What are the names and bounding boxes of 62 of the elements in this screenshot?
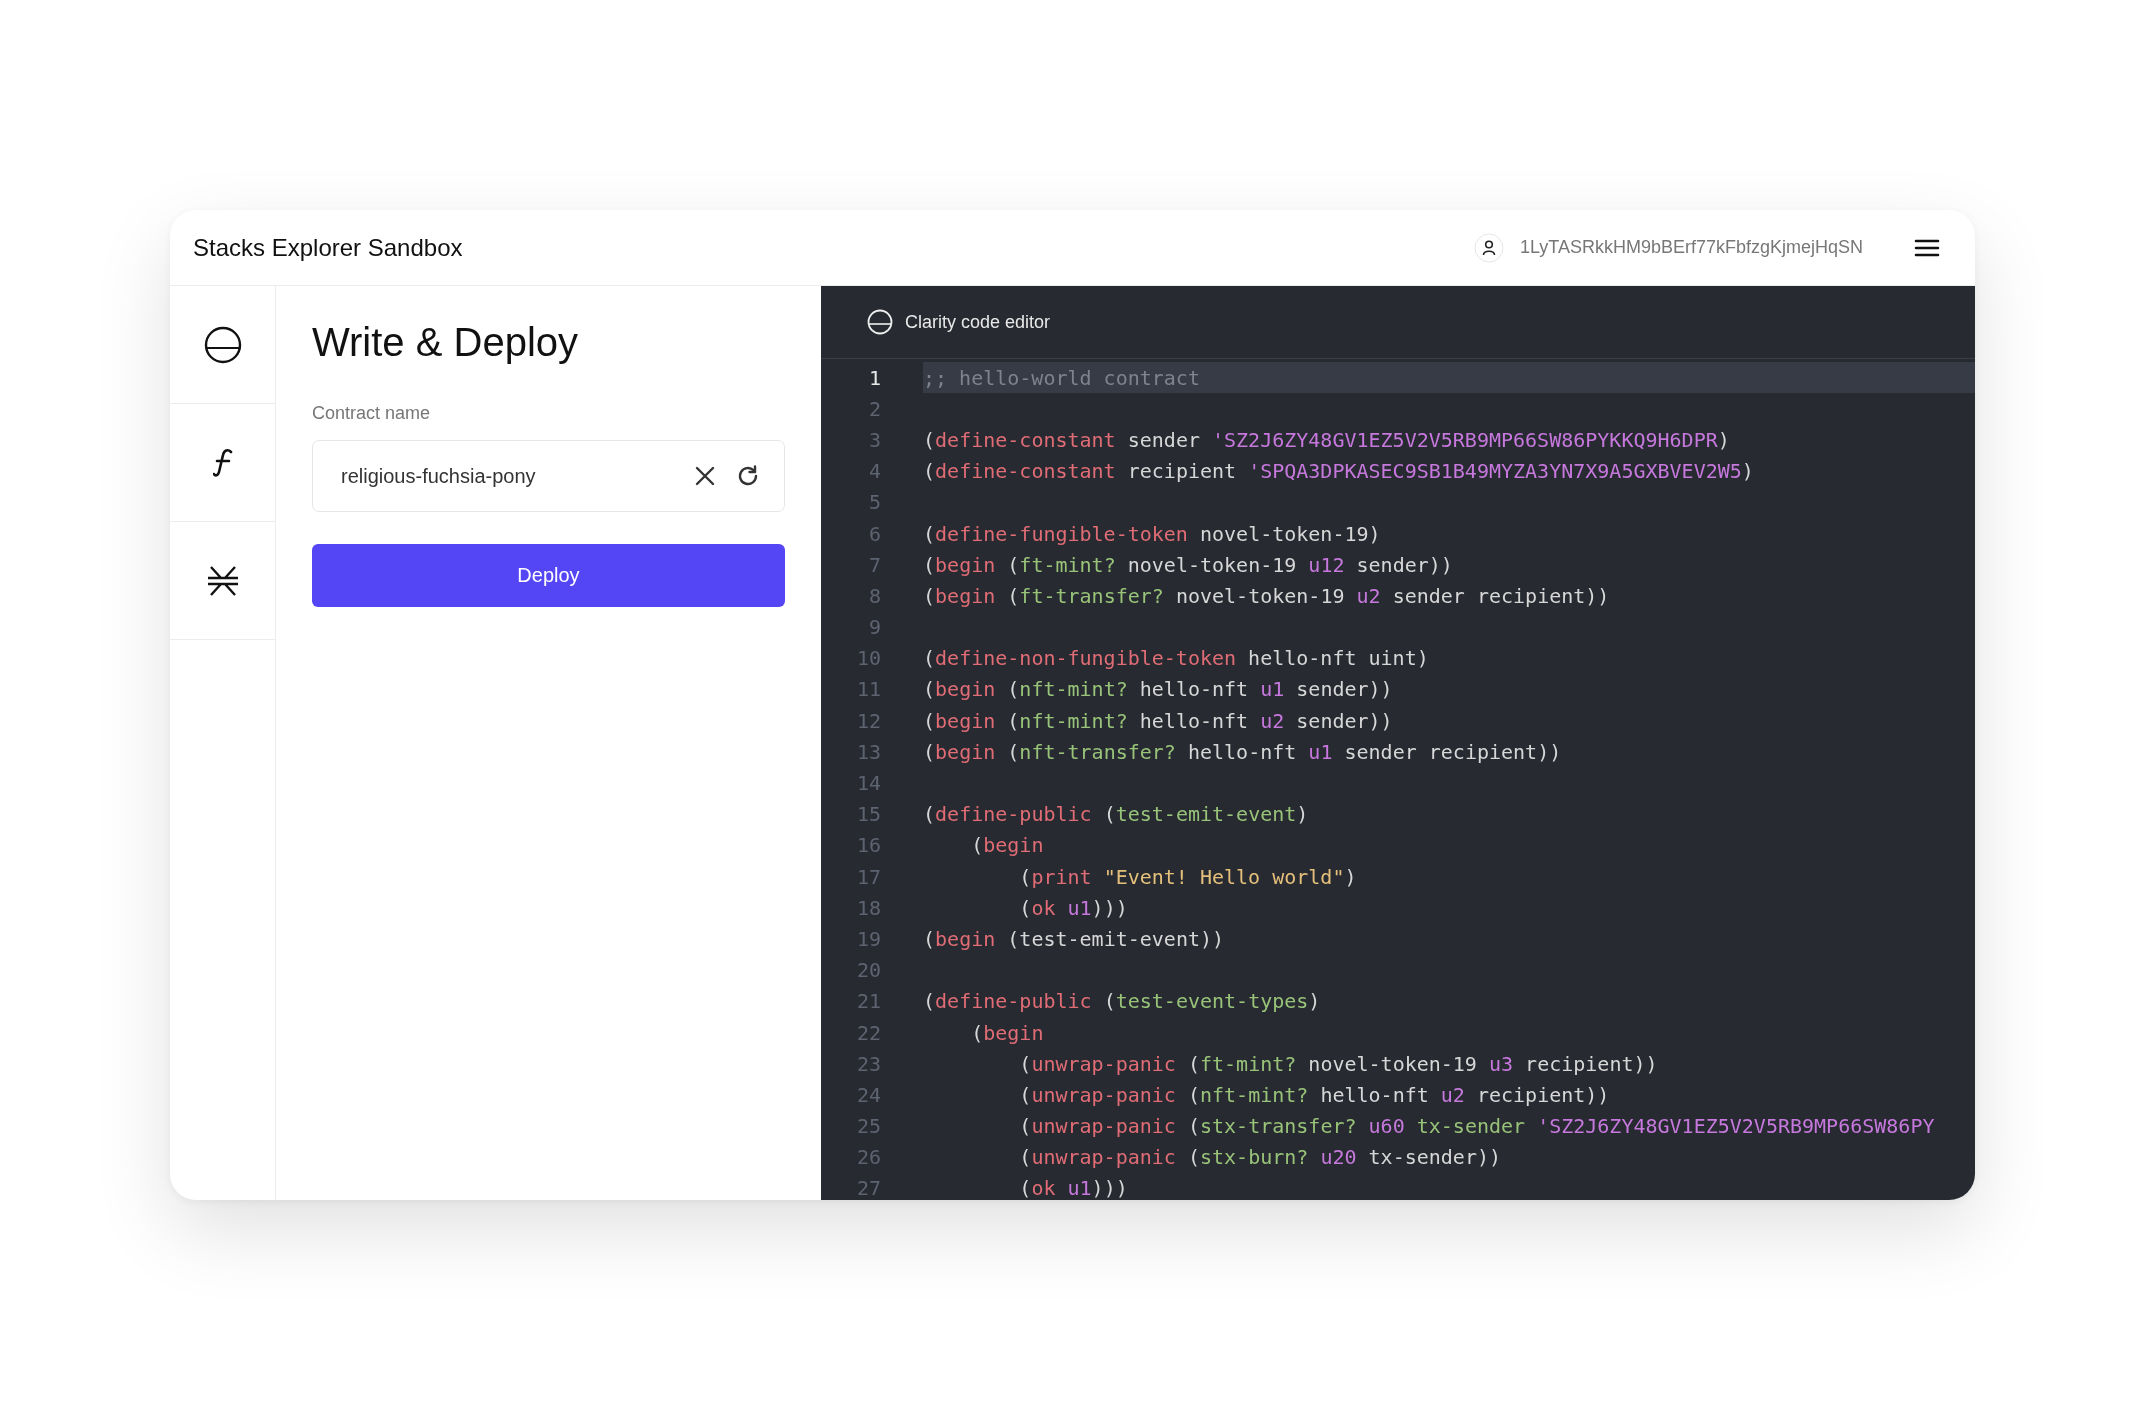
line-number: 23	[855, 1051, 882, 1076]
line-number: 21	[855, 989, 882, 1014]
line-number: 27	[855, 1176, 882, 1200]
code-line: (print "Event! Hello world")	[1018, 863, 1358, 891]
code-line: (begin (nft-transfer? hello-nft u1 sender recipient))	[923, 738, 1563, 766]
line-number: 11	[855, 677, 882, 702]
code-line: (define-constant sender 'SZ2J6ZY48GV1EZ5V2V5RB9MP66SW86PYKKQ9H6DPR)	[923, 426, 1731, 454]
code-line: (begin (ft-mint? novel-token-19 u12 sender))	[923, 551, 1454, 579]
account-address: 1LyTASRkkHM9bBErf77kFbfzgKjmejHqSN	[1519, 237, 1863, 258]
line-number: 15	[855, 802, 882, 827]
line-number: 13	[855, 739, 882, 764]
line-number: 2	[867, 396, 882, 421]
code-line: (define-public (test-emit-event)	[923, 801, 1310, 829]
line-number: 25	[855, 1114, 882, 1139]
line-number: 16	[855, 833, 882, 858]
deploy-button[interactable]: Deploy	[312, 544, 785, 607]
line-number: 4	[867, 459, 882, 484]
line-number: 18	[855, 895, 882, 920]
line-number: 9	[867, 615, 882, 640]
line-number: 17	[855, 864, 882, 889]
line-number: 7	[867, 552, 882, 577]
contract-name-input[interactable]: religious-fuchsia-pony	[339, 463, 674, 489]
code-line: (define-non-fungible-token hello-nft uint)	[923, 645, 1430, 673]
line-number: 26	[855, 1145, 882, 1170]
line-number: 3	[867, 427, 882, 452]
code-line: (unwrap-panic (nft-mint? hello-nft u2 recipient))	[1018, 1081, 1611, 1109]
line-number: 8	[867, 583, 882, 608]
line-number: 24	[855, 1082, 882, 1107]
clarity-logo-icon	[867, 309, 893, 335]
code-line: (define-public (test-event-types)	[923, 988, 1322, 1016]
code-line: (unwrap-panic (stx-transfer? u60 tx-sender 'SZ2J6ZY48GV1EZ5V2V5RB9MP66SW86PY	[1018, 1113, 1936, 1141]
line-number: 5	[867, 490, 882, 515]
code-line: (begin (test-emit-event))	[923, 925, 1226, 953]
clear-button[interactable]	[694, 465, 716, 487]
line-number: 14	[855, 771, 882, 796]
code-line: (begin	[970, 1019, 1045, 1047]
code-line: (begin (ft-transfer? novel-token-19 u2 sender recipient))	[923, 582, 1611, 610]
code-line: (begin (nft-mint? hello-nft u2 sender))	[923, 707, 1394, 735]
line-number: 22	[855, 1020, 882, 1045]
code-line: (define-fungible-token novel-token-19)	[923, 520, 1382, 548]
function-icon	[212, 447, 233, 478]
code-line: (ok u1)))	[1018, 894, 1129, 922]
line-number: 6	[867, 521, 882, 546]
code-line: (ok u1)))	[1018, 1175, 1129, 1200]
line-number: 12	[855, 708, 882, 733]
line-number: 19	[855, 926, 882, 951]
code-line: (unwrap-panic (ft-mint? novel-token-19 u3 recipient))	[1018, 1050, 1659, 1078]
code-line: (begin	[970, 832, 1045, 860]
field-label: Contract name	[312, 403, 432, 424]
line-number: 1	[867, 365, 882, 390]
app-title: Stacks Explorer Sandbox	[193, 233, 464, 262]
code-line: (unwrap-panic (stx-burn? u20 tx-sender))	[1018, 1144, 1502, 1172]
code-line: (begin (nft-mint? hello-nft u1 sender))	[923, 676, 1394, 704]
line-number: 10	[855, 646, 882, 671]
refresh-button[interactable]	[736, 464, 760, 488]
line-number: 20	[855, 958, 882, 983]
code-line: (define-constant recipient 'SPQA3DPKASEC9SB1B49MYZA3YN7X9A5GXBVEV2W5)	[923, 458, 1755, 486]
clarity-logo-icon	[203, 325, 242, 364]
editor-title: Clarity code editor	[905, 311, 1051, 333]
panel-title: Write & Deploy	[312, 320, 579, 365]
user-icon	[1473, 232, 1504, 263]
stacks-logo-icon	[206, 565, 239, 596]
